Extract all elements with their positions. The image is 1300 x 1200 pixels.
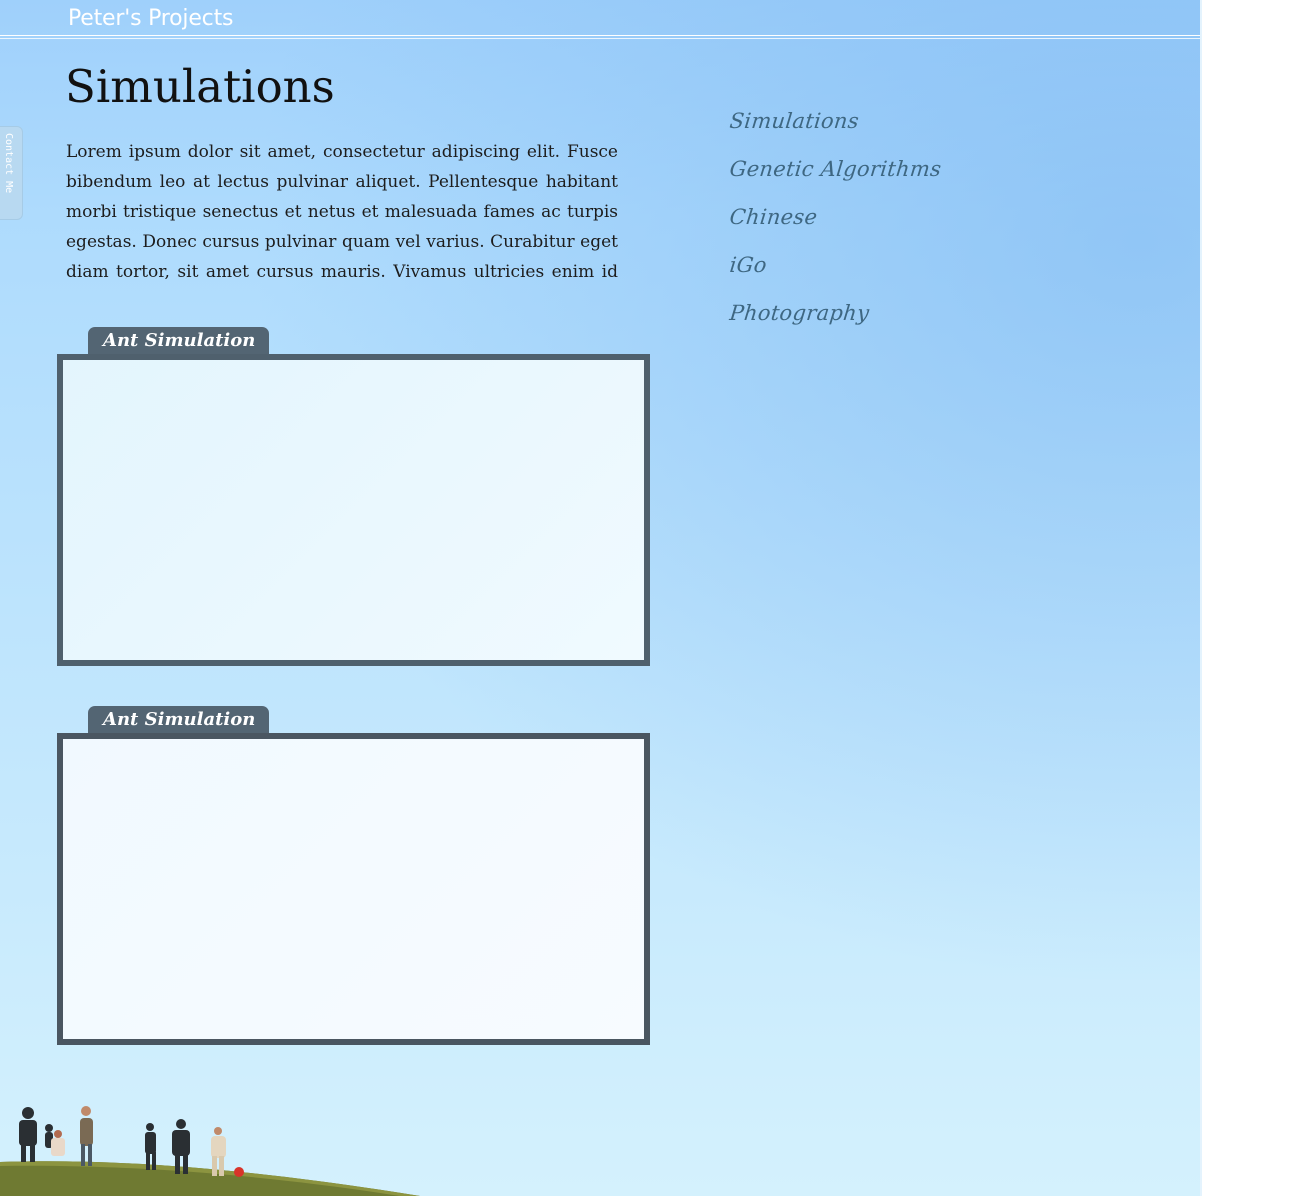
- red-ball: [234, 1167, 244, 1177]
- page-edge: [1200, 0, 1202, 1196]
- contact-me-tab[interactable]: Contact Me: [0, 126, 23, 220]
- intro-paragraph: Lorem ipsum dolor sit amet, consectetur …: [66, 142, 618, 282]
- panel-title: Ant Simulation: [103, 709, 256, 730]
- simulation-canvas[interactable]: [57, 354, 650, 666]
- page-title: Simulations: [65, 60, 335, 113]
- header-divider: [0, 35, 1200, 36]
- panel-title: Ant Simulation: [103, 330, 256, 351]
- hilltop-people-photo: [0, 1106, 420, 1196]
- nav-item-photography[interactable]: Photography: [726, 296, 951, 344]
- panel-title-tab: Ant Simulation: [88, 327, 269, 355]
- simulation-canvas[interactable]: [57, 733, 650, 1045]
- side-navigation: Simulations Genetic Algorithms Chinese i…: [726, 104, 951, 344]
- site-title[interactable]: Peter's Projects: [68, 6, 233, 31]
- simulation-panel: Ant Simulation: [57, 706, 650, 1045]
- header-divider-secondary: [0, 38, 1200, 39]
- site-header: Peter's Projects: [0, 0, 1200, 39]
- nav-item-genetic-algorithms[interactable]: Genetic Algorithms: [726, 152, 951, 200]
- grass-hill: [0, 1161, 420, 1196]
- nav-item-chinese[interactable]: Chinese: [726, 200, 951, 248]
- simulation-panel: Ant Simulation: [57, 327, 650, 666]
- nav-item-igo[interactable]: iGo: [726, 248, 951, 296]
- nav-item-simulations[interactable]: Simulations: [726, 104, 951, 152]
- panel-title-tab: Ant Simulation: [88, 706, 269, 734]
- contact-me-label: Contact Me: [3, 133, 14, 194]
- page-background: Peter's Projects Contact Me Simulations …: [0, 0, 1200, 1196]
